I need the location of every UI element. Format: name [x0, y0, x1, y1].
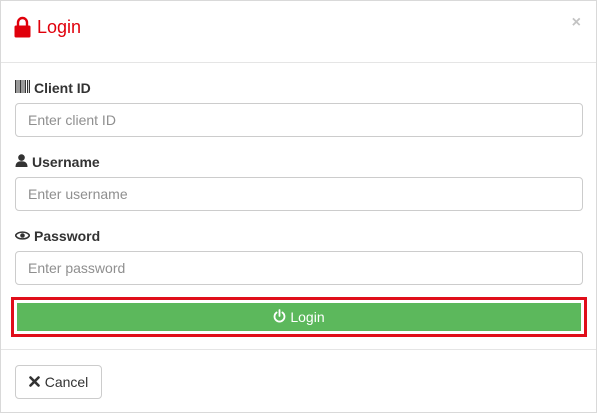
barcode-icon — [15, 80, 30, 96]
close-button[interactable]: × — [572, 13, 581, 33]
password-input[interactable] — [15, 251, 583, 285]
lock-icon — [14, 16, 31, 38]
username-label: Username — [15, 153, 100, 171]
modal-title: Login — [14, 14, 81, 40]
username-input[interactable] — [15, 177, 583, 211]
username-label-text: Username — [32, 154, 100, 170]
client-id-label: Client ID — [15, 79, 91, 97]
cancel-button-label: Cancel — [44, 374, 89, 390]
client-id-label-text: Client ID — [34, 80, 91, 96]
login-button-label: Login — [290, 309, 325, 325]
power-icon — [273, 308, 286, 326]
modal-footer: Cancel — [1, 349, 596, 412]
password-label: Password — [15, 227, 100, 245]
password-label-text: Password — [34, 228, 101, 244]
user-icon — [15, 154, 28, 170]
close-x-icon — [28, 374, 40, 390]
modal-header: Login × — [1, 1, 596, 63]
modal-body: Client ID Username Password — [1, 63, 596, 349]
modal-title-text: Login — [37, 16, 82, 37]
cancel-button[interactable]: Cancel — [15, 365, 102, 399]
login-button-highlight: Login — [11, 297, 587, 337]
client-id-input[interactable] — [15, 103, 583, 137]
login-button[interactable]: Login — [17, 303, 581, 331]
login-modal: Login × Client ID Enter client ID Userna… — [0, 0, 597, 413]
eye-icon — [15, 228, 30, 244]
